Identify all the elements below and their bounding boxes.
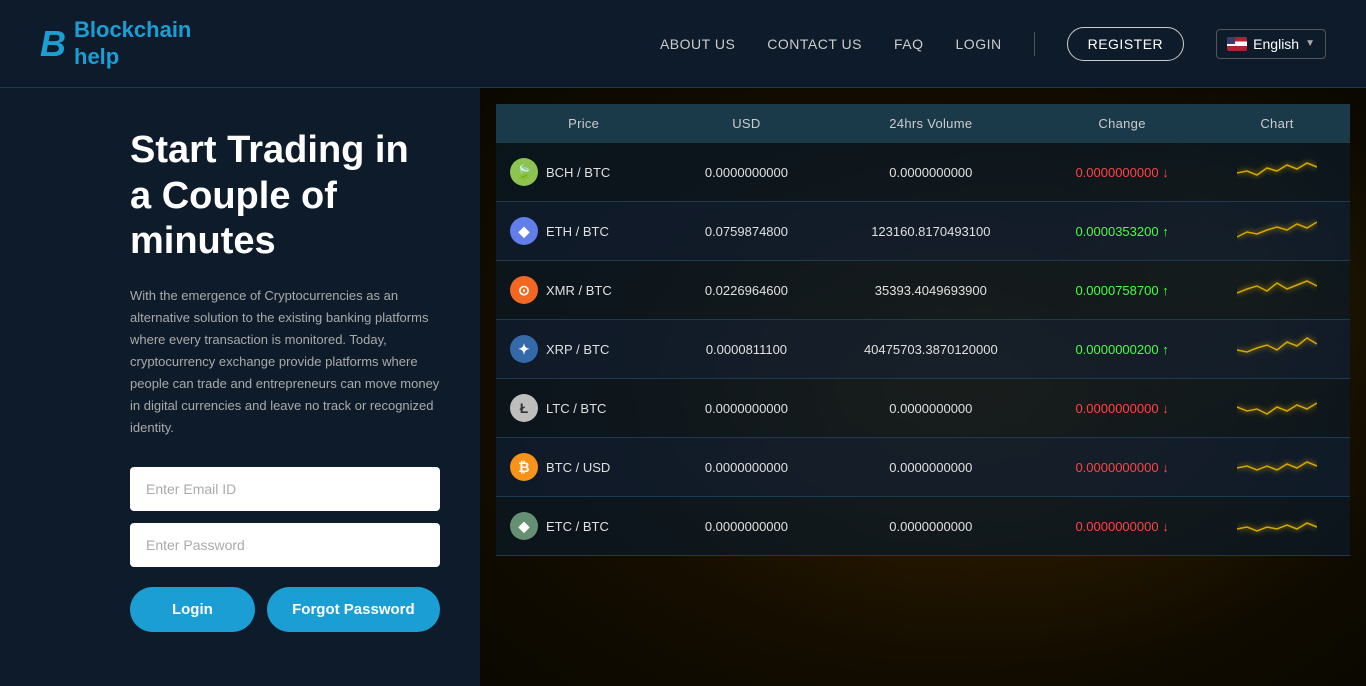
hero-title: Start Trading in a Couple of minutes [130, 128, 440, 265]
volume-cell: 0.0000000000 [822, 143, 1041, 202]
left-panel: Start Trading in a Couple of minutes Wit… [0, 88, 480, 686]
change-cell: 0.0000000000 ↓ [1040, 143, 1204, 202]
sparkline-chart [1237, 212, 1317, 247]
nav-divider [1034, 32, 1035, 56]
coin-pair-cell: Ł LTC / BTC [496, 379, 671, 438]
hero-description: With the emergence of Cryptocurrencies a… [130, 285, 440, 440]
coin-pair-cell: 🍃 BCH / BTC [496, 143, 671, 202]
coin-pair-label: ETH / BTC [546, 224, 609, 239]
form-buttons: Login Forgot Password [130, 587, 440, 632]
col-price: Price [496, 104, 671, 143]
nav-about[interactable]: ABOUT US [660, 36, 735, 52]
table-row: Ł LTC / BTC 0.0000000000 0.0000000000 0.… [496, 379, 1350, 438]
chart-cell [1204, 320, 1350, 379]
sparkline-chart [1237, 153, 1317, 188]
sparkline-chart [1237, 271, 1317, 306]
main-nav: ABOUT US CONTACT US FAQ LOGIN REGISTER E… [660, 27, 1326, 61]
logo-icon: B [40, 26, 66, 62]
nav-login[interactable]: LOGIN [956, 36, 1002, 52]
sparkline-chart [1237, 448, 1317, 483]
crypto-table-container: Price USD 24hrs Volume Change Chart 🍃 BC… [496, 104, 1350, 556]
chart-cell [1204, 438, 1350, 497]
coin-icon: ◆ [510, 512, 538, 540]
coin-pair-cell: ◆ ETH / BTC [496, 202, 671, 261]
volume-cell: 0.0000000000 [822, 438, 1041, 497]
sparkline-chart [1237, 389, 1317, 424]
volume-cell: 0.0000000000 [822, 497, 1041, 556]
col-volume: 24hrs Volume [822, 104, 1041, 143]
change-cell: 0.0000000000 ↓ [1040, 438, 1204, 497]
table-row: ◆ ETC / BTC 0.0000000000 0.0000000000 0.… [496, 497, 1350, 556]
coin-icon: 🍃 [510, 158, 538, 186]
coin-icon: Ł [510, 394, 538, 422]
table-row: ₿ BTC / USD 0.0000000000 0.0000000000 0.… [496, 438, 1350, 497]
sparkline-chart [1237, 330, 1317, 365]
email-field[interactable] [130, 467, 440, 511]
coin-pair-cell: ⊙ XMR / BTC [496, 261, 671, 320]
table-row: ⊙ XMR / BTC 0.0226964600 35393.404969390… [496, 261, 1350, 320]
right-panel: Price USD 24hrs Volume Change Chart 🍃 BC… [480, 88, 1366, 686]
table-header-row: Price USD 24hrs Volume Change Chart [496, 104, 1350, 143]
coin-icon: ◆ [510, 217, 538, 245]
sparkline-chart [1237, 507, 1317, 542]
language-label: English [1253, 36, 1299, 52]
register-button[interactable]: REGISTER [1067, 27, 1185, 61]
coin-pair-cell: ₿ BTC / USD [496, 438, 671, 497]
change-cell: 0.0000000200 ↑ [1040, 320, 1204, 379]
logo[interactable]: B Blockchain help [40, 17, 191, 70]
change-cell: 0.0000353200 ↑ [1040, 202, 1204, 261]
price-cell: 0.0226964600 [671, 261, 821, 320]
chart-cell [1204, 143, 1350, 202]
col-usd: USD [671, 104, 821, 143]
chevron-down-icon: ▼ [1305, 38, 1315, 49]
language-selector[interactable]: English ▼ [1216, 29, 1326, 59]
col-chart: Chart [1204, 104, 1350, 143]
table-row: 🍃 BCH / BTC 0.0000000000 0.0000000000 0.… [496, 143, 1350, 202]
table-row: ✦ XRP / BTC 0.0000811100 40475703.387012… [496, 320, 1350, 379]
flag-icon [1227, 37, 1247, 51]
header: B Blockchain help ABOUT US CONTACT US FA… [0, 0, 1366, 88]
coin-pair-label: BTC / USD [546, 460, 610, 475]
coin-pair-label: XMR / BTC [546, 283, 612, 298]
forgot-password-button[interactable]: Forgot Password [267, 587, 440, 632]
coin-pair-label: ETC / BTC [546, 519, 609, 534]
nav-contact[interactable]: CONTACT US [767, 36, 862, 52]
nav-faq[interactable]: FAQ [894, 36, 924, 52]
login-button[interactable]: Login [130, 587, 255, 632]
coin-icon: ✦ [510, 335, 538, 363]
volume-cell: 123160.8170493100 [822, 202, 1041, 261]
coin-pair-cell: ◆ ETC / BTC [496, 497, 671, 556]
coin-pair-label: LTC / BTC [546, 401, 606, 416]
price-cell: 0.0000000000 [671, 438, 821, 497]
coin-icon: ⊙ [510, 276, 538, 304]
chart-cell [1204, 202, 1350, 261]
chart-cell [1204, 379, 1350, 438]
coin-pair-label: XRP / BTC [546, 342, 609, 357]
price-cell: 0.0000000000 [671, 379, 821, 438]
change-cell: 0.0000000000 ↓ [1040, 497, 1204, 556]
volume-cell: 35393.4049693900 [822, 261, 1041, 320]
col-change: Change [1040, 104, 1204, 143]
volume-cell: 0.0000000000 [822, 379, 1041, 438]
coin-pair-cell: ✦ XRP / BTC [496, 320, 671, 379]
coin-icon: ₿ [510, 453, 538, 481]
crypto-table: Price USD 24hrs Volume Change Chart 🍃 BC… [496, 104, 1350, 556]
price-cell: 0.0000811100 [671, 320, 821, 379]
chart-cell [1204, 497, 1350, 556]
coin-pair-label: BCH / BTC [546, 165, 610, 180]
chart-cell [1204, 261, 1350, 320]
volume-cell: 40475703.3870120000 [822, 320, 1041, 379]
change-cell: 0.0000758700 ↑ [1040, 261, 1204, 320]
price-cell: 0.0000000000 [671, 143, 821, 202]
table-row: ◆ ETH / BTC 0.0759874800 123160.81704931… [496, 202, 1350, 261]
price-cell: 0.0000000000 [671, 497, 821, 556]
main-content: Start Trading in a Couple of minutes Wit… [0, 88, 1366, 686]
logo-text: Blockchain help [74, 17, 191, 70]
change-cell: 0.0000000000 ↓ [1040, 379, 1204, 438]
price-cell: 0.0759874800 [671, 202, 821, 261]
password-field[interactable] [130, 523, 440, 567]
